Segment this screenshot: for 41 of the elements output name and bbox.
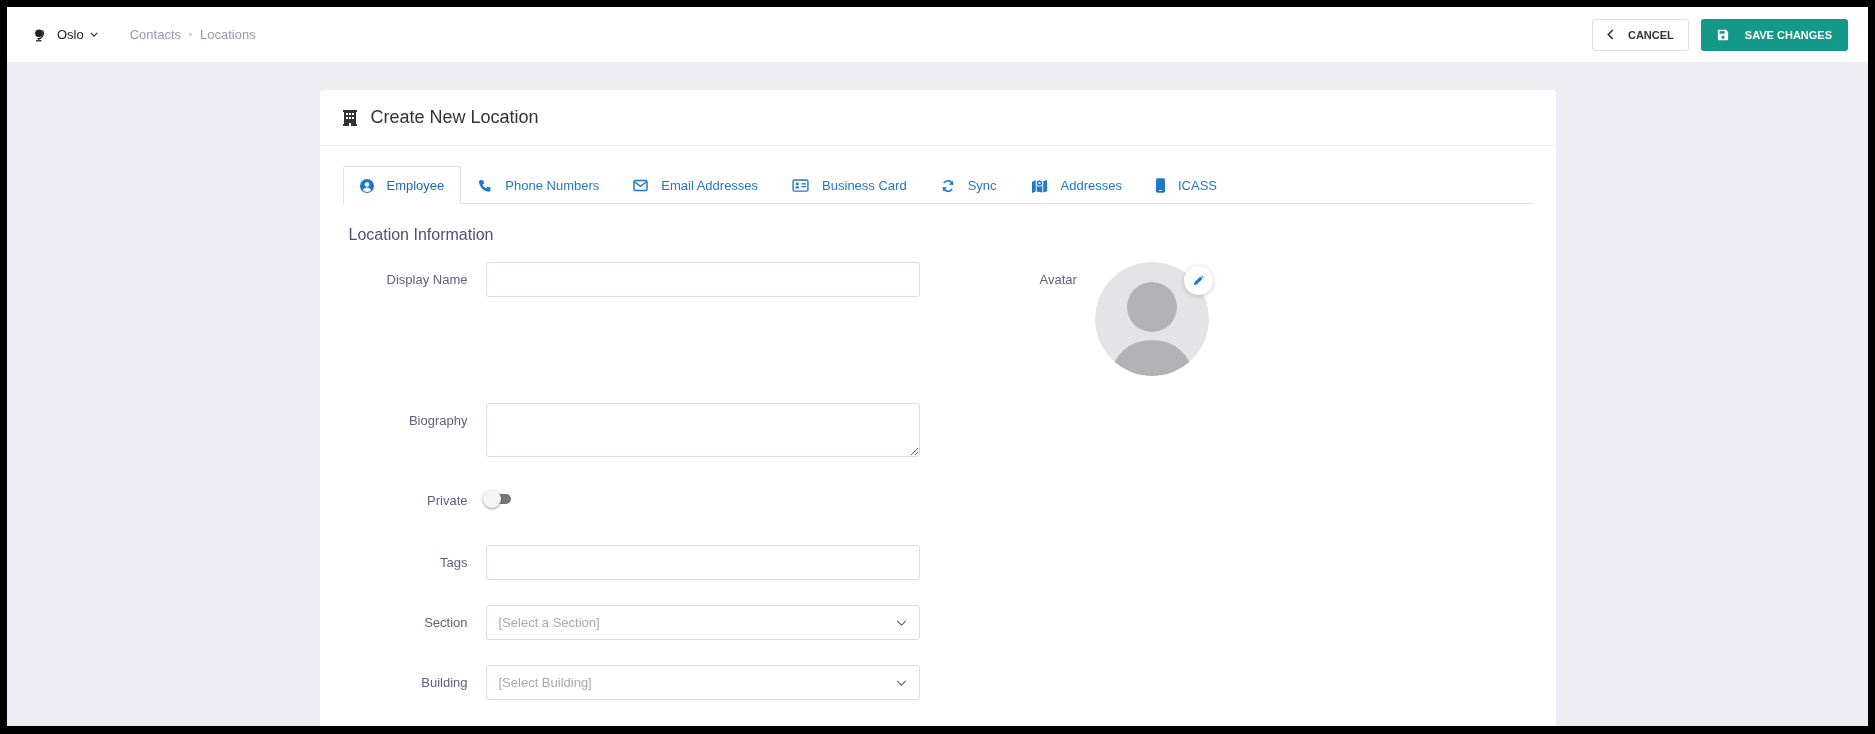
tab[interactable]: Sync <box>923 166 1014 204</box>
field-label: Section <box>423 614 468 630</box>
tab[interactable]: Email Addresses <box>616 166 776 204</box>
save-changes-button[interactable]: SAVE CHANGES <box>1700 18 1848 51</box>
user-circle-icon <box>359 178 374 193</box>
pencil-icon <box>1192 275 1204 286</box>
field-label: Avatar <box>1039 271 1077 289</box>
field-label: Display Name <box>385 271 468 287</box>
phone-icon <box>478 178 493 193</box>
edit-avatar-button[interactable] <box>1183 266 1213 295</box>
breadcrumb-link[interactable]: Locations <box>200 27 256 42</box>
text-field[interactable] <box>485 262 920 297</box>
tab[interactable]: Business Card <box>775 166 924 204</box>
text-field[interactable] <box>485 545 920 580</box>
envelope-icon <box>633 179 649 192</box>
site-dropdown[interactable]: Oslo <box>55 25 100 44</box>
sync-icon <box>940 178 955 193</box>
tab[interactable]: Phone Numbers <box>461 166 617 204</box>
cancel-button[interactable]: CANCEL <box>1591 18 1689 51</box>
id-card-icon <box>792 179 810 192</box>
building-icon <box>342 109 357 126</box>
tab[interactable]: Employee <box>342 166 462 204</box>
breadcrumb-link[interactable]: Contacts <box>129 27 182 42</box>
breadcrumb-separator <box>189 33 193 36</box>
field-label: Private <box>426 492 468 508</box>
field-label: Tags <box>439 554 468 570</box>
globe-icon <box>33 27 45 42</box>
tab[interactable]: ICASS <box>1138 166 1234 204</box>
chevron-down-icon <box>895 619 907 626</box>
toggle-switch[interactable] <box>482 489 513 509</box>
chevron-left-icon <box>1606 29 1614 40</box>
field-label: Biography <box>407 412 468 428</box>
map-marker-icon <box>1030 178 1048 193</box>
section-title: Location Information <box>348 226 495 244</box>
chevron-down-icon <box>895 679 907 686</box>
tab[interactable]: Addresses <box>1013 166 1139 204</box>
biography-textarea[interactable] <box>485 403 920 457</box>
mobile-phone-icon <box>1155 178 1165 193</box>
field-label: Building <box>420 674 468 690</box>
card-title: Create New Location <box>370 107 539 128</box>
chevron-down-icon <box>89 32 98 37</box>
